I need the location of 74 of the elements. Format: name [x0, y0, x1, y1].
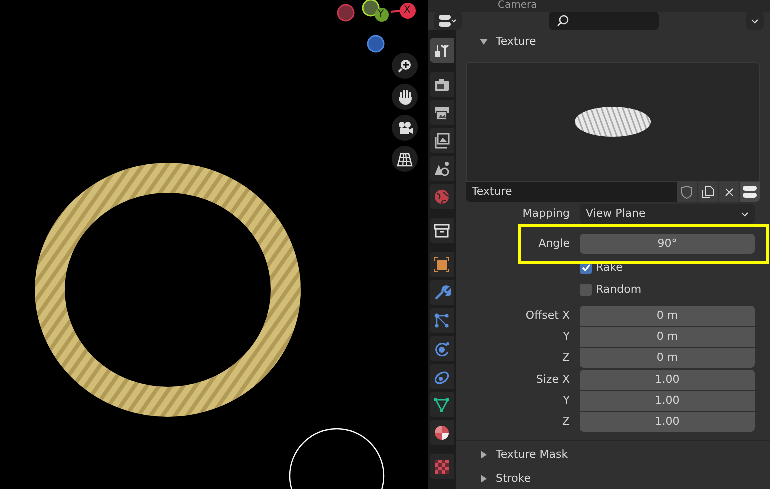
expanded-triangle-icon	[480, 38, 488, 46]
texture-name-field[interactable]: Texture	[466, 182, 677, 202]
negative-x-axis-dot[interactable]	[337, 4, 355, 22]
unlink-button[interactable]	[719, 182, 739, 202]
search-field[interactable]	[549, 12, 659, 30]
browse-button[interactable]	[740, 182, 760, 202]
nodes-icon	[433, 312, 451, 330]
properties-tab[interactable]	[430, 100, 454, 125]
field-label: Z	[561, 414, 571, 430]
collapsed-triangle-icon	[480, 475, 488, 483]
x-axis-handle[interactable]	[390, 3, 416, 19]
shapes-icon	[433, 160, 451, 178]
orbit-icon	[433, 340, 451, 358]
properties-tab[interactable]	[430, 392, 454, 417]
properties-tab[interactable]	[430, 72, 454, 97]
outliner-row-label[interactable]: Camera	[498, 0, 538, 12]
sphere-icon	[433, 424, 451, 442]
viewport-nav-button[interactable]	[392, 53, 418, 79]
images-icon	[433, 132, 451, 150]
hand-icon	[396, 88, 414, 106]
number-field[interactable]: 1.00	[580, 370, 755, 390]
field-label: Size X	[535, 372, 571, 388]
viewport-nav-button[interactable]	[392, 115, 418, 141]
camera-icon	[396, 119, 414, 137]
toggle-icon	[743, 186, 757, 198]
mapping-dropdown[interactable]: View Plane	[580, 204, 755, 224]
x-axis-label: X	[404, 6, 411, 16]
wrench-icon	[433, 284, 451, 302]
shield-icon	[681, 186, 693, 198]
square-icon	[433, 256, 451, 274]
checkbox[interactable]: Random	[580, 282, 642, 298]
y-axis-label: Y	[378, 10, 384, 20]
editor-type-button[interactable]	[434, 12, 462, 30]
field-label: Z	[561, 350, 571, 366]
number-field[interactable]: 0 m	[580, 306, 755, 326]
field-label: Angle	[538, 236, 571, 252]
collapsed-triangle-icon	[480, 451, 488, 459]
number-field[interactable]: 0 m	[580, 327, 755, 347]
viewport-nav-button[interactable]	[392, 146, 418, 172]
field-label: Offset X	[524, 308, 571, 324]
properties-tab[interactable]	[430, 218, 454, 243]
properties-tab[interactable]	[430, 156, 454, 181]
search-icon	[557, 15, 569, 27]
fake-user-button[interactable]	[677, 182, 697, 202]
triangle-vertices-icon	[433, 396, 451, 414]
duplicate-button[interactable]	[698, 182, 718, 202]
properties-tab[interactable]	[430, 38, 454, 63]
number-field[interactable]: 1.00	[580, 412, 755, 432]
field-label: Y	[562, 392, 571, 409]
z-axis-dot[interactable]	[367, 35, 385, 53]
check-icon	[582, 264, 590, 272]
chevron-icon	[741, 212, 749, 216]
angle-field[interactable]: 90°	[580, 234, 755, 254]
chevron-icon	[751, 18, 759, 24]
globe-icon	[433, 188, 451, 206]
field-label: Y	[562, 328, 571, 345]
properties-tab[interactable]	[430, 252, 454, 277]
toggle-icon	[439, 15, 457, 27]
panel-header[interactable]: Texture Mask	[456, 443, 770, 467]
zoom-icon	[396, 57, 414, 75]
close-icon	[724, 188, 734, 196]
panel-header[interactable]: Stroke	[456, 467, 770, 489]
properties-tab[interactable]	[430, 420, 454, 445]
properties-tab[interactable]	[430, 128, 454, 153]
box-icon	[433, 222, 451, 240]
dropdown-button[interactable]	[746, 12, 764, 30]
number-field[interactable]: 0 m	[580, 348, 755, 368]
copy-icon	[702, 186, 714, 198]
number-field[interactable]: 1.00	[580, 391, 755, 411]
panel-header[interactable]: Texture	[456, 30, 770, 54]
viewport-nav-button[interactable]	[392, 84, 418, 110]
y-axis-dot[interactable]	[375, 8, 389, 22]
checker-icon	[433, 458, 451, 476]
field-label: Mapping	[522, 206, 571, 222]
